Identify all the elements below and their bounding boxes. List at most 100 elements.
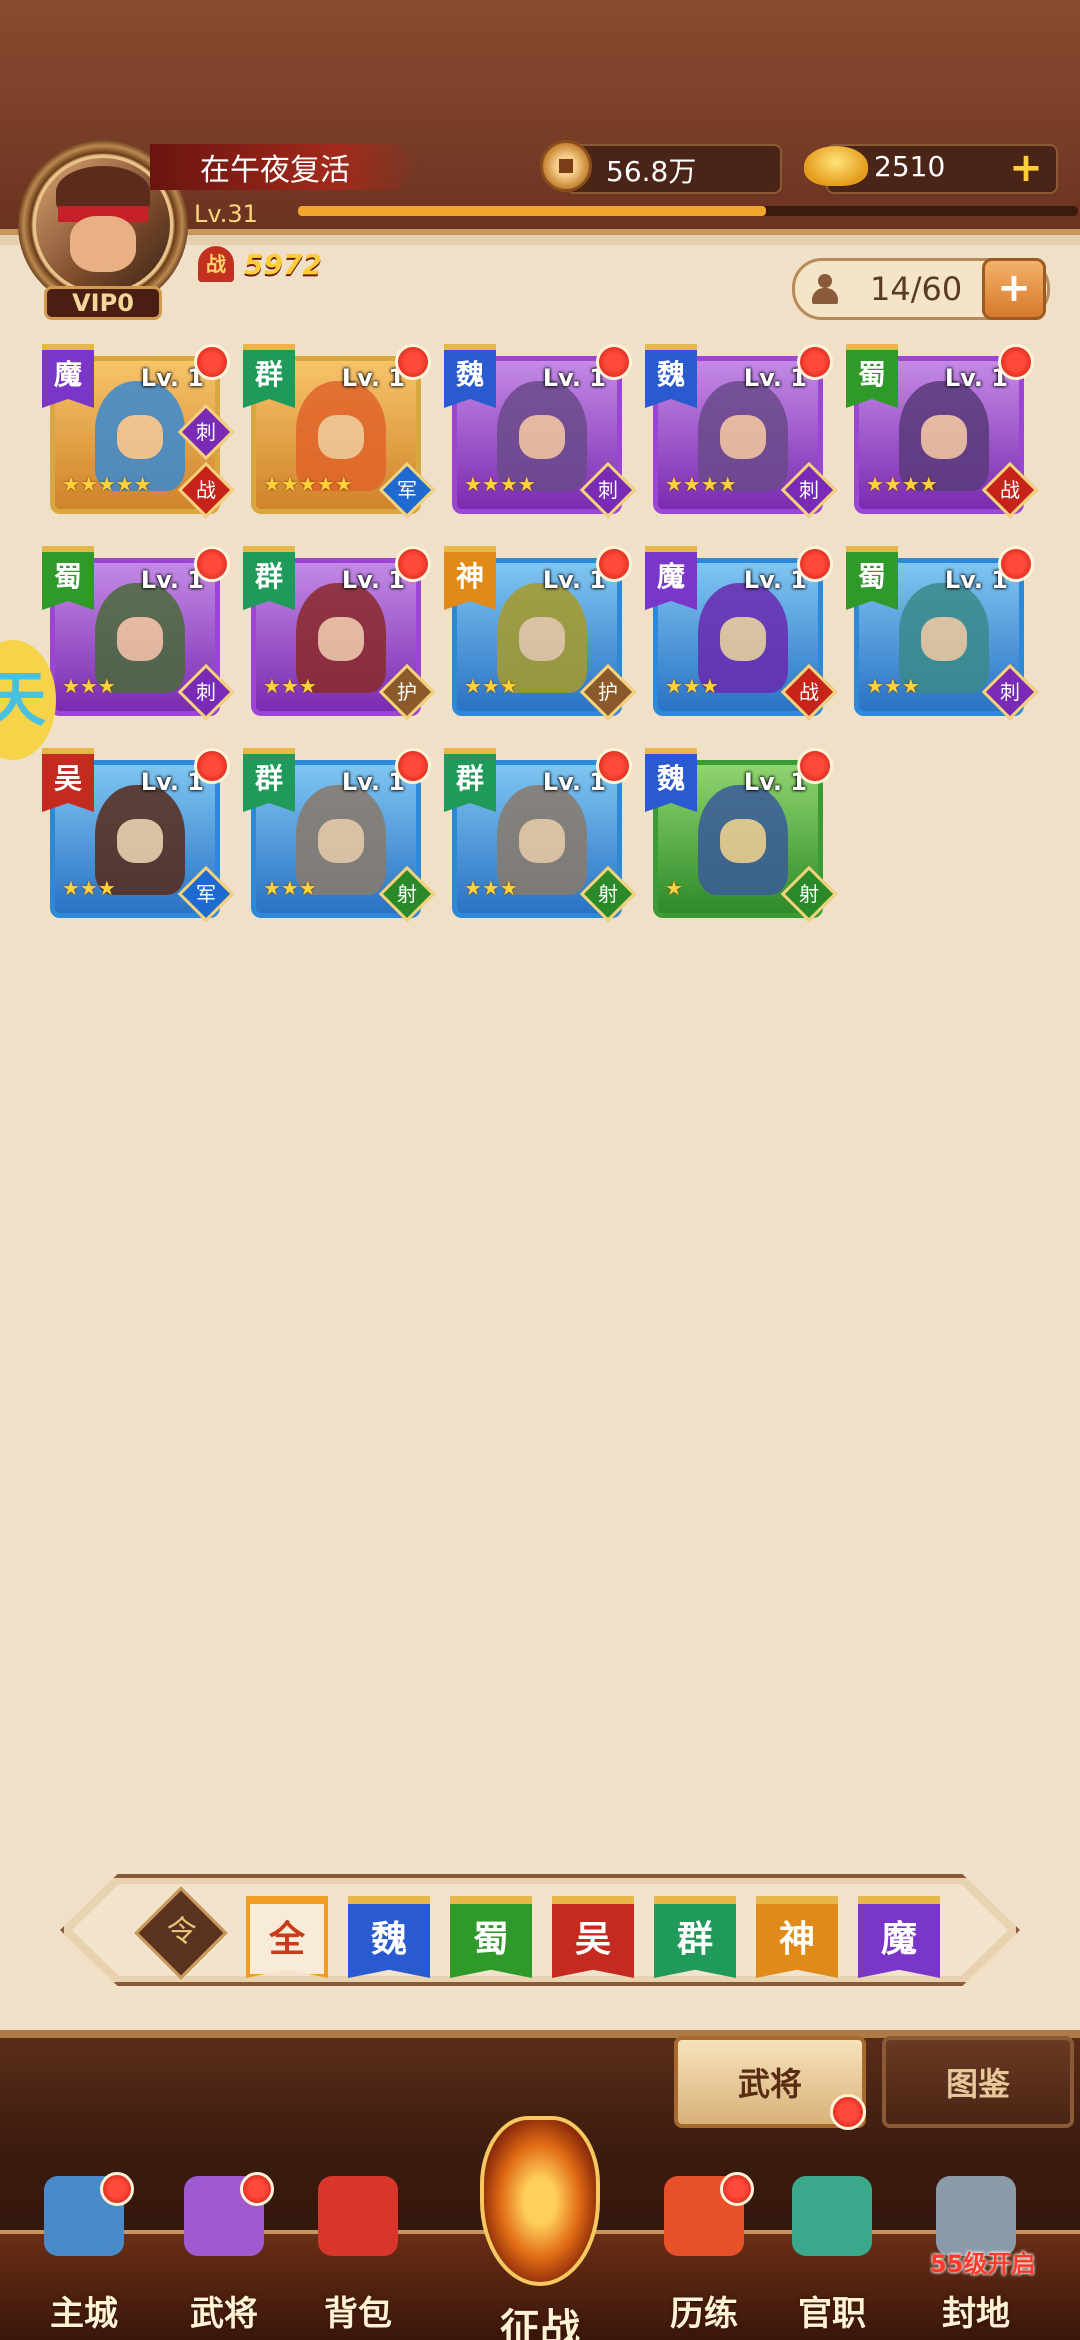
coins-value: 56.8万 <box>606 155 697 188</box>
role-badge-label: 刺 <box>799 478 819 502</box>
notification-dot <box>395 748 431 784</box>
combat-power: 5972 <box>244 248 322 281</box>
hero-card[interactable]: 吴 Lv. 1 ★★★ 军 <box>42 748 235 923</box>
faction-flag: 群 <box>243 546 295 610</box>
faction-flag: 群 <box>444 748 496 812</box>
hero-stars: ★★★ <box>62 674 116 698</box>
power-icon: 战 <box>198 246 234 282</box>
role-badge-label: 军 <box>397 478 417 502</box>
hero-card[interactable]: 群 Lv. 1 ★★★★★ 军 <box>243 344 436 519</box>
hero-stars: ★★★ <box>263 674 317 698</box>
vip-badge[interactable]: VIP0 <box>44 286 162 320</box>
faction-flag: 魔 <box>645 546 697 610</box>
nav-label: 官职 <box>798 2294 866 2334</box>
faction-flag: 蜀 <box>846 344 898 408</box>
role-badge-label: 护 <box>598 680 618 704</box>
role-badge-label: 护 <box>397 680 417 704</box>
hero-stars: ★★★ <box>464 674 518 698</box>
hero-card[interactable]: 蜀 Lv. 1 ★★★ 刺 <box>846 546 1039 721</box>
bag-icon <box>318 2176 398 2256</box>
faction-flag: 群 <box>243 344 295 408</box>
filter-tab-all[interactable]: 全 <box>246 1896 328 1978</box>
hero-card[interactable]: 魔 Lv. 1 ★★★ 战 <box>645 546 838 721</box>
hero-card[interactable]: 群 Lv. 1 ★★★ 射 <box>243 748 436 923</box>
gold-ingot-icon <box>804 146 868 186</box>
hero-card[interactable]: 群 Lv. 1 ★★★ 护 <box>243 546 436 721</box>
avatar[interactable] <box>36 158 170 292</box>
nav-campaign-label: 征战 <box>500 2306 580 2340</box>
filter-tab-faction[interactable]: 神 <box>756 1896 838 1978</box>
faction-flag: 魏 <box>444 344 496 408</box>
campaign-icon <box>480 2116 600 2286</box>
role-badge-label: 刺 <box>598 478 618 502</box>
tab-codex[interactable]: 图鉴 <box>882 2036 1074 2128</box>
nav-item[interactable]: 主城 <box>24 2172 144 2340</box>
side-event-icon[interactable]: 天 <box>0 640 56 760</box>
hero-stars: ★★★★ <box>866 472 938 496</box>
role-badge-label: 刺 <box>1000 680 1020 704</box>
faction-flag: 蜀 <box>42 546 94 610</box>
role-badge-label: 战 <box>196 478 216 502</box>
hero-card[interactable]: 魔 Lv. 1 ★★★★★ 刺战 <box>42 344 235 519</box>
nav-label: 历练 <box>670 2294 738 2334</box>
nav-item[interactable]: 官职 <box>772 2176 892 2340</box>
filter-tab-faction[interactable]: 蜀 <box>450 1896 532 1978</box>
nav-campaign[interactable]: 征战 <box>440 2116 640 2340</box>
notification-dot <box>797 344 833 380</box>
role-badge-label: 射 <box>397 882 417 906</box>
person-icon <box>812 274 838 304</box>
notification-dot <box>240 2172 274 2206</box>
notification-dot <box>194 344 230 380</box>
filter-tab-faction[interactable]: 吴 <box>552 1896 634 1978</box>
nav-item[interactable]: 武将 <box>164 2172 284 2340</box>
nav-label: 武将 <box>190 2294 258 2334</box>
notification-dot <box>395 546 431 582</box>
official-icon <box>792 2176 872 2256</box>
hero-stars: ★★★★★ <box>62 472 152 496</box>
notification-dot <box>596 344 632 380</box>
hero-card[interactable]: 神 Lv. 1 ★★★ 护 <box>444 546 637 721</box>
faction-flag: 魔 <box>42 344 94 408</box>
hero-stars: ★★★ <box>665 674 719 698</box>
hero-card[interactable]: 魏 Lv. 1 ★★★★ 刺 <box>444 344 637 519</box>
hero-card[interactable]: 魏 Lv. 1 ★ 射 <box>645 748 838 923</box>
notification-dot <box>194 748 230 784</box>
coin-icon <box>540 140 592 192</box>
hero-grid: 魔 Lv. 1 ★★★★★ 刺战群 Lv. 1 ★★★★★ 军魏 Lv. 1 ★★★★ 刺魏 Lv.… <box>42 344 1050 923</box>
faction-flag: 群 <box>243 748 295 812</box>
nav-label: 封地 <box>942 2294 1010 2334</box>
hero-stars: ★ <box>665 876 683 900</box>
role-badge-label: 战 <box>1000 478 1020 502</box>
faction-flag: 神 <box>444 546 496 610</box>
gold-value: 2510 <box>874 150 946 183</box>
hero-card[interactable]: 群 Lv. 1 ★★★ 射 <box>444 748 637 923</box>
hero-stars: ★★★★ <box>464 472 536 496</box>
tab-heroes-notification-dot <box>830 2094 866 2130</box>
notification-dot <box>797 546 833 582</box>
nav-label: 背包 <box>324 2294 392 2334</box>
hero-card[interactable]: 魏 Lv. 1 ★★★★ 刺 <box>645 344 838 519</box>
add-gold-button[interactable]: + <box>1006 148 1046 190</box>
role-badge-label: 刺 <box>196 680 216 704</box>
notification-dot <box>194 546 230 582</box>
notification-dot <box>998 344 1034 380</box>
hero-stars: ★★★ <box>464 876 518 900</box>
notification-dot <box>720 2172 754 2206</box>
filter-tab-faction[interactable]: 群 <box>654 1896 736 1978</box>
hero-stars: ★★★★ <box>665 472 737 496</box>
hero-stars: ★★★ <box>263 876 317 900</box>
expand-roster-button[interactable]: + <box>982 258 1046 320</box>
role-badge-label: 战 <box>799 680 819 704</box>
hero-stars: ★★★ <box>866 674 920 698</box>
filter-tab-faction[interactable]: 魔 <box>858 1896 940 1978</box>
filter-tab-faction[interactable]: 魏 <box>348 1896 430 1978</box>
nav-item[interactable]: 背包 <box>298 2176 418 2340</box>
fief-locked-label: 55级开启 <box>930 2250 1036 2278</box>
nav-item[interactable]: 历练 <box>644 2172 764 2340</box>
notification-dot <box>596 546 632 582</box>
hero-card[interactable]: 蜀 Lv. 1 ★★★ 刺 <box>42 546 235 721</box>
notification-dot <box>998 546 1034 582</box>
filter-toggle-icon: 令 <box>166 1914 197 1950</box>
hero-card[interactable]: 蜀 Lv. 1 ★★★★ 战 <box>846 344 1039 519</box>
roster-count: 14/60 <box>870 270 963 308</box>
